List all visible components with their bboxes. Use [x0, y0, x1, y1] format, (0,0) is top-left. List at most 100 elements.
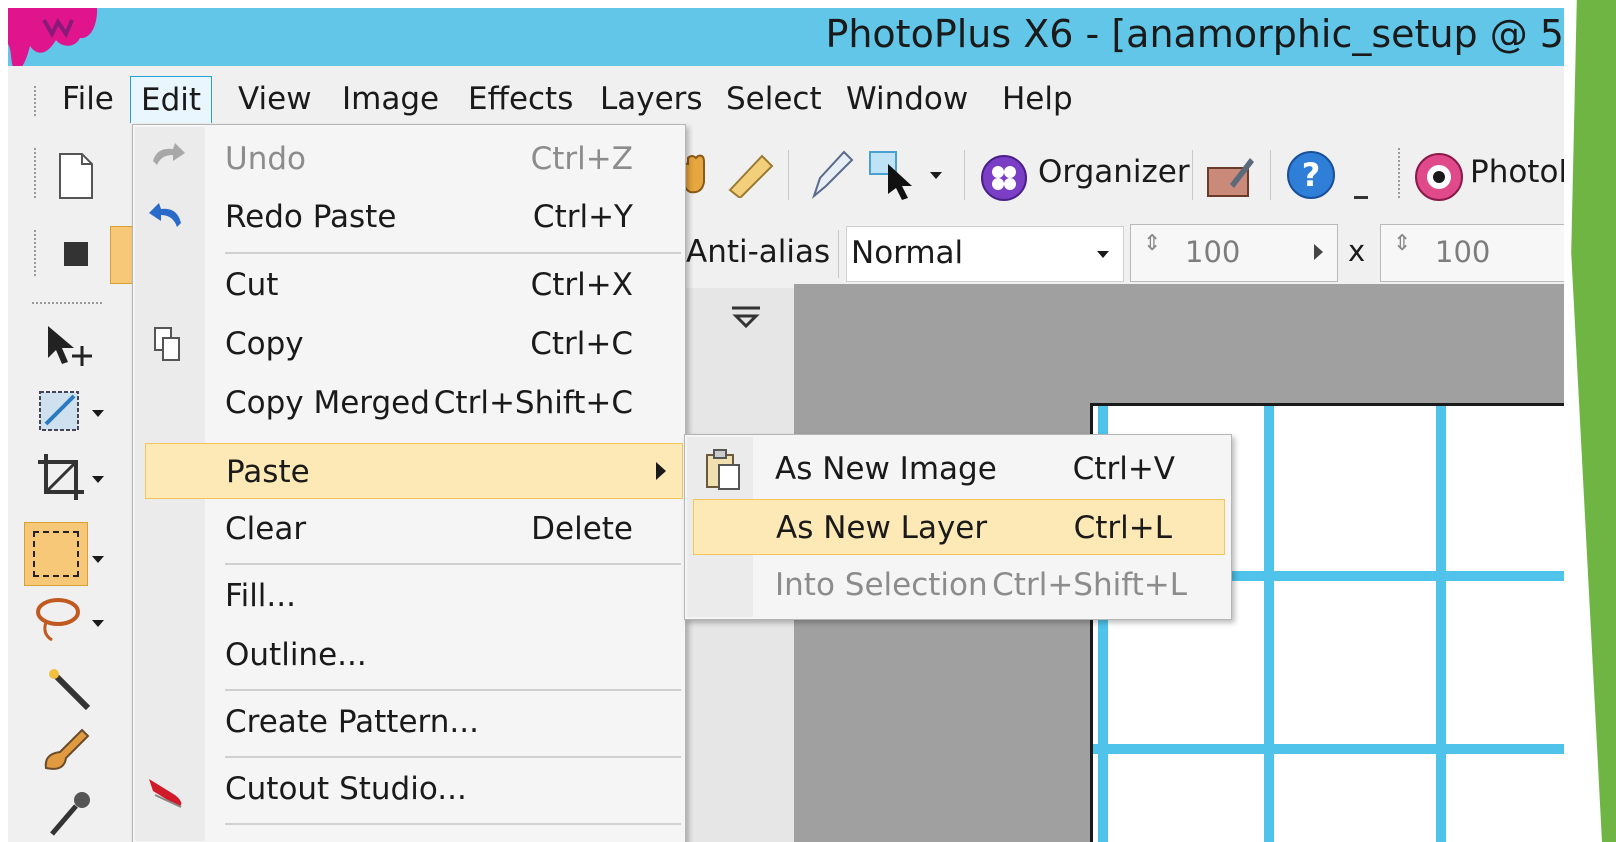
- menu-item-undo[interactable]: Undo Ctrl+Z: [135, 131, 683, 187]
- clipboard-icon: [706, 449, 740, 490]
- menu-image[interactable]: Image: [332, 76, 449, 122]
- move-tool-icon[interactable]: [44, 324, 98, 370]
- toolbar-overflow-icon[interactable]: [1354, 180, 1368, 199]
- question-icon[interactable]: ?: [1286, 150, 1336, 200]
- organizer-icon[interactable]: [980, 154, 1028, 202]
- menu-item-label: Cut: [225, 267, 279, 303]
- paintbrush-tool-icon[interactable]: [38, 724, 94, 776]
- menu-item-cut[interactable]: Cut Ctrl+X: [135, 257, 683, 313]
- copy-icon: [154, 327, 180, 361]
- antialias-label[interactable]: Anti-alias: [686, 234, 830, 270]
- menu-item-label: Copy Merged: [225, 385, 430, 421]
- ruler-tool-icon[interactable]: [724, 150, 776, 198]
- menu-item-label: Paste: [226, 454, 310, 490]
- menu-view[interactable]: View: [228, 76, 322, 122]
- menu-item-outline[interactable]: Outline...: [135, 627, 683, 683]
- lasso-tool-icon[interactable]: [32, 594, 88, 644]
- submenu-item-label: Into Selection: [775, 567, 988, 603]
- submenu-item-as-new-image[interactable]: As New Image Ctrl+V: [687, 441, 1227, 497]
- menu-item-label: Outline...: [225, 637, 367, 673]
- rectangle-select-icon: [33, 531, 79, 577]
- context-toolbar-grip[interactable]: [34, 230, 39, 276]
- menu-file[interactable]: File: [52, 76, 124, 122]
- spinner-arrows-icon[interactable]: ⇕: [1393, 231, 1411, 256]
- image-edit-icon[interactable]: [1204, 154, 1256, 200]
- tools-panel: [20, 294, 120, 842]
- width-value: 100: [1185, 235, 1241, 269]
- menu-item-shortcut: Ctrl+Y: [532, 199, 633, 235]
- menu-separator: [225, 563, 681, 565]
- svg-text:?: ?: [1302, 156, 1321, 194]
- photo-lab-icon[interactable]: [1414, 152, 1464, 202]
- tools-grip[interactable]: [32, 302, 102, 304]
- menu-separator: [225, 756, 681, 758]
- menu-window[interactable]: Window: [836, 76, 978, 122]
- submenu-item-shortcut: Ctrl+L: [1073, 510, 1172, 546]
- submenu-item-as-new-layer[interactable]: As New Layer Ctrl+L: [693, 499, 1225, 555]
- chevron-down-icon[interactable]: [930, 172, 942, 179]
- menu-separator: [225, 689, 681, 691]
- height-value: 100: [1435, 235, 1491, 269]
- menu-item-shortcut: Ctrl+X: [530, 267, 633, 303]
- menu-item-clear[interactable]: Clear Delete: [135, 501, 683, 557]
- menu-item-shortcut: Ctrl+C: [530, 326, 633, 362]
- menu-item-cutout-studio[interactable]: Cutout Studio...: [135, 761, 683, 817]
- submenu-item-shortcut: Ctrl+Shift+L: [992, 567, 1187, 603]
- toolbar-grip[interactable]: [34, 148, 39, 198]
- magic-wand-tool-icon[interactable]: [44, 664, 94, 714]
- submenu-item-shortcut: Ctrl+V: [1072, 451, 1175, 487]
- color-pickup-tool-icon[interactable]: [46, 788, 96, 838]
- width-spinner[interactable]: ⇕ 100: [1130, 224, 1338, 282]
- node-select-icon[interactable]: [868, 150, 924, 202]
- menubar-grip[interactable]: [34, 86, 39, 116]
- new-file-icon[interactable]: [56, 152, 96, 200]
- panel-options-icon[interactable]: [728, 302, 764, 332]
- dimension-separator: x: [1348, 234, 1366, 268]
- menu-item-label: Clear: [225, 511, 307, 547]
- menu-effects[interactable]: Effects: [458, 76, 583, 122]
- menu-select[interactable]: Select: [716, 76, 832, 122]
- chevron-down-icon[interactable]: [92, 620, 104, 627]
- crop-deform-tool-icon[interactable]: [36, 386, 86, 436]
- menu-item-label: Cutout Studio...: [225, 771, 467, 807]
- organizer-button[interactable]: Organizer: [1038, 154, 1190, 190]
- pen-tool-icon[interactable]: [806, 148, 856, 202]
- menu-edit[interactable]: Edit: [130, 76, 213, 123]
- menu-item-copy[interactable]: Copy Ctrl+C: [135, 316, 683, 372]
- submenu-item-label: As New Layer: [776, 510, 988, 546]
- menu-item-shortcut: Ctrl+Shift+C: [433, 385, 633, 421]
- menu-layers[interactable]: Layers: [590, 76, 713, 122]
- toolbar-grip[interactable]: [1398, 148, 1403, 198]
- spinner-arrows-icon[interactable]: ⇕: [1143, 231, 1161, 256]
- chevron-right-icon[interactable]: [1314, 244, 1323, 260]
- menu-item-create-pattern[interactable]: Create Pattern...: [135, 694, 683, 750]
- height-spinner[interactable]: ⇕ 100: [1380, 224, 1564, 282]
- menu-item-label: Create Pattern...: [225, 704, 479, 740]
- blend-mode-select[interactable]: Normal: [846, 226, 1124, 282]
- submenu-arrow-icon: [656, 462, 666, 480]
- menu-item-copy-merged[interactable]: Copy Merged Ctrl+Shift+C: [135, 375, 683, 431]
- undo-icon: [153, 143, 185, 165]
- rectangle-select-tool[interactable]: [24, 522, 88, 586]
- menu-item-fill[interactable]: Fill...: [135, 568, 683, 624]
- paste-submenu: As New Image Ctrl+V As New Layer Ctrl+L …: [684, 434, 1232, 620]
- chevron-down-icon[interactable]: [92, 476, 104, 483]
- crop-tool-icon[interactable]: [36, 452, 86, 502]
- menu-item-label: Fill...: [225, 578, 296, 614]
- menu-help[interactable]: Help: [992, 76, 1083, 122]
- chevron-down-icon: [1097, 251, 1109, 258]
- blend-mode-value: Normal: [851, 235, 964, 271]
- menu-item-redo-paste[interactable]: Redo Paste Ctrl+Y: [135, 189, 683, 245]
- menu-item-label: Redo Paste: [225, 199, 397, 235]
- menu-item-label: Copy: [225, 326, 304, 362]
- photo-lab-button[interactable]: PhotoF: [1470, 154, 1564, 190]
- chevron-down-icon[interactable]: [92, 556, 104, 563]
- menu-item-shortcut: Ctrl+Z: [530, 141, 633, 177]
- square-shape-icon[interactable]: [64, 242, 88, 266]
- menu-item-label: Undo: [225, 141, 306, 177]
- title-bar: PhotoPlus X6 - [anamorphic_setup @ 5: [8, 8, 1564, 66]
- chevron-down-icon[interactable]: [92, 410, 104, 417]
- submenu-item-into-selection[interactable]: Into Selection Ctrl+Shift+L: [687, 557, 1227, 613]
- submenu-item-label: As New Image: [775, 451, 997, 487]
- menu-item-paste[interactable]: Paste: [145, 443, 683, 499]
